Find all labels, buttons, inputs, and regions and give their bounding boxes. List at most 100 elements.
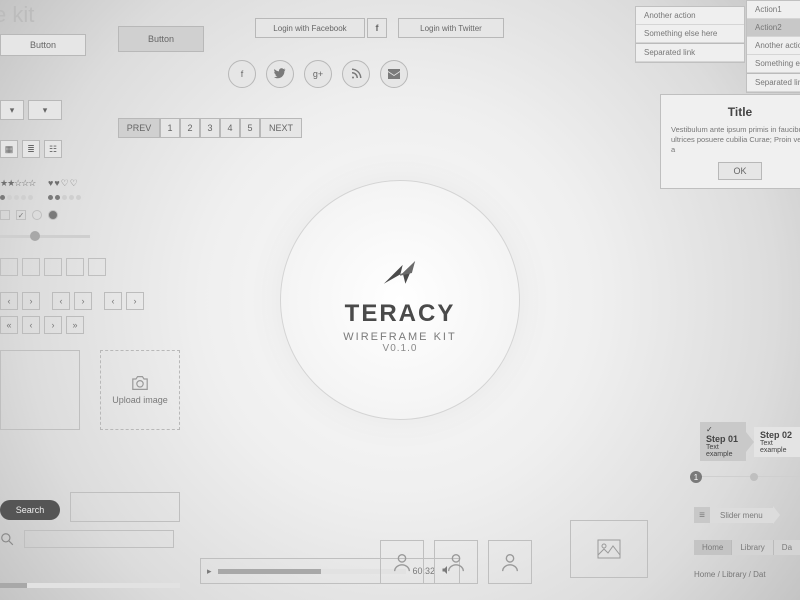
- dropdown-item[interactable]: Another action: [747, 37, 800, 55]
- list-view-icon[interactable]: ≣: [22, 140, 40, 158]
- pagination-5[interactable]: 5: [240, 118, 260, 138]
- step-indicator-line: 1: [694, 476, 800, 477]
- twitter-circle-icon[interactable]: [266, 60, 294, 88]
- dialog-box: Title Vestibulum ante ipsum primis in fa…: [660, 94, 800, 189]
- arrow-right-icon[interactable]: ›: [74, 292, 92, 310]
- breadcrumb-item[interactable]: Library: [732, 540, 773, 555]
- checkbox-checked[interactable]: ✓: [16, 210, 26, 220]
- facebook-icon-button[interactable]: f: [367, 18, 387, 38]
- rss-circle-icon[interactable]: [342, 60, 370, 88]
- slider-thumb[interactable]: [30, 231, 40, 241]
- brand-subtitle: WIREFRAME KIT: [343, 331, 456, 343]
- step-dot-2[interactable]: [750, 473, 758, 481]
- arrow-group-4: « ‹ › »: [0, 316, 84, 334]
- step-2-title: Step 02: [760, 430, 792, 440]
- pagination-3[interactable]: 3: [200, 118, 220, 138]
- avatar-placeholder-1: [380, 540, 424, 584]
- detail-view-icon[interactable]: ☷: [44, 140, 62, 158]
- box-5[interactable]: [88, 258, 106, 276]
- search-pill-button[interactable]: Search: [0, 500, 60, 520]
- googleplus-circle-icon[interactable]: g+: [304, 60, 332, 88]
- radio-checked[interactable]: [48, 210, 58, 220]
- image-icon: [597, 539, 621, 559]
- dialog-body: Vestibulum ante ipsum primis in faucibus…: [671, 125, 800, 154]
- button-b-label: Button: [148, 34, 174, 44]
- pagination-prev[interactable]: PREV: [118, 118, 160, 138]
- step-1[interactable]: Step 01 Text example: [700, 422, 746, 461]
- breadcrumb-blocks: Home Library Da: [694, 540, 800, 555]
- checkbox-unchecked[interactable]: [0, 210, 10, 220]
- dropdown-item[interactable]: Something else: [747, 55, 800, 73]
- star-rating[interactable]: ★★☆☆☆: [0, 178, 35, 189]
- dropdown-mini-1[interactable]: ▾: [0, 100, 24, 120]
- dropdown-menu-2[interactable]: Action1 Action2 Another action Something…: [746, 0, 800, 93]
- pagination-2[interactable]: 2: [180, 118, 200, 138]
- box-3[interactable]: [44, 258, 62, 276]
- arrow-right-icon[interactable]: ›: [126, 292, 144, 310]
- breadcrumb-item[interactable]: Da: [774, 540, 800, 555]
- page-title-fragment: e kit: [0, 2, 34, 28]
- heart-rating[interactable]: ♥♥♡♡: [48, 178, 79, 189]
- mail-circle-icon[interactable]: [380, 60, 408, 88]
- pagination-next-label: NEXT: [269, 123, 293, 133]
- login-facebook-button[interactable]: Login with Facebook: [255, 18, 365, 38]
- search-icon[interactable]: [0, 532, 14, 548]
- dropdown-item[interactable]: Something else here: [636, 25, 744, 43]
- arrow-left-icon[interactable]: ‹: [22, 316, 40, 334]
- rss-icon: [350, 68, 362, 80]
- player-progress[interactable]: [218, 569, 407, 574]
- search-field[interactable]: [24, 530, 174, 548]
- button-a-label: Button: [30, 40, 56, 50]
- box-4[interactable]: [66, 258, 84, 276]
- dot-indicator-1[interactable]: [0, 192, 35, 202]
- pagination-next[interactable]: NEXT: [260, 118, 302, 138]
- breadcrumb-text[interactable]: Home / Library / Dat: [694, 570, 766, 579]
- pagination-1[interactable]: 1: [160, 118, 180, 138]
- button-b[interactable]: Button: [118, 26, 204, 52]
- chevron-down-icon: ▾: [10, 105, 15, 116]
- dot-indicator-2[interactable]: [48, 192, 83, 202]
- slider-menu-label: Slider menu: [710, 508, 773, 523]
- avatar-placeholder-2: [434, 540, 478, 584]
- breadcrumb-item[interactable]: Home: [694, 540, 732, 555]
- login-facebook-label: Login with Facebook: [273, 24, 346, 33]
- step-arrow-icon: [746, 432, 754, 452]
- grid-view-icon[interactable]: ▦: [0, 140, 18, 158]
- button-a[interactable]: Button: [0, 34, 86, 56]
- dialog-ok-button[interactable]: OK: [718, 162, 762, 180]
- arrow-first-icon[interactable]: «: [0, 316, 18, 334]
- step-wizard: Step 01 Text example Step 02 Text exampl…: [700, 422, 800, 461]
- arrow-left-icon[interactable]: ‹: [104, 292, 122, 310]
- placeholder-box: [0, 350, 80, 430]
- dropdown-item-separated[interactable]: Separated link: [747, 73, 800, 92]
- play-icon[interactable]: ▸: [207, 566, 212, 577]
- brand-name: TERACY: [345, 300, 456, 328]
- arrow-right-icon[interactable]: ›: [22, 292, 40, 310]
- progress-bar: [0, 583, 180, 588]
- slider[interactable]: [0, 235, 90, 238]
- step-dot-1[interactable]: 1: [690, 471, 702, 483]
- search-input[interactable]: [70, 492, 180, 522]
- upload-image-dropzone[interactable]: Upload image: [100, 350, 180, 430]
- slider-menu-bar[interactable]: ≡ Slider menu: [694, 506, 780, 524]
- dropdown-item[interactable]: Action1: [747, 1, 800, 19]
- login-twitter-button[interactable]: Login with Twitter: [398, 18, 504, 38]
- dropdown-menu-1[interactable]: Another action Something else here Separ…: [635, 6, 745, 63]
- step-2[interactable]: Step 02 Text example: [754, 427, 800, 457]
- dropdown-item-separated[interactable]: Separated link: [636, 43, 744, 62]
- facebook-circle-icon[interactable]: f: [228, 60, 256, 88]
- dropdown-mini-2[interactable]: ▾: [28, 100, 62, 120]
- pagination-4[interactable]: 4: [220, 118, 240, 138]
- arrow-right-icon[interactable]: ›: [44, 316, 62, 334]
- brand-badge: TERACY WIREFRAME KIT V0.1.0: [280, 180, 520, 420]
- radio-unchecked[interactable]: [32, 210, 42, 220]
- box-1[interactable]: [0, 258, 18, 276]
- arrow-left-icon[interactable]: ‹: [52, 292, 70, 310]
- facebook-icon: f: [376, 23, 379, 33]
- dropdown-item[interactable]: Another action: [636, 7, 744, 25]
- box-2[interactable]: [22, 258, 40, 276]
- dropdown-item-selected[interactable]: Action2: [747, 19, 800, 37]
- pagination: PREV 1 2 3 4 5 NEXT: [118, 118, 302, 138]
- arrow-left-icon[interactable]: ‹: [0, 292, 18, 310]
- arrow-last-icon[interactable]: »: [66, 316, 84, 334]
